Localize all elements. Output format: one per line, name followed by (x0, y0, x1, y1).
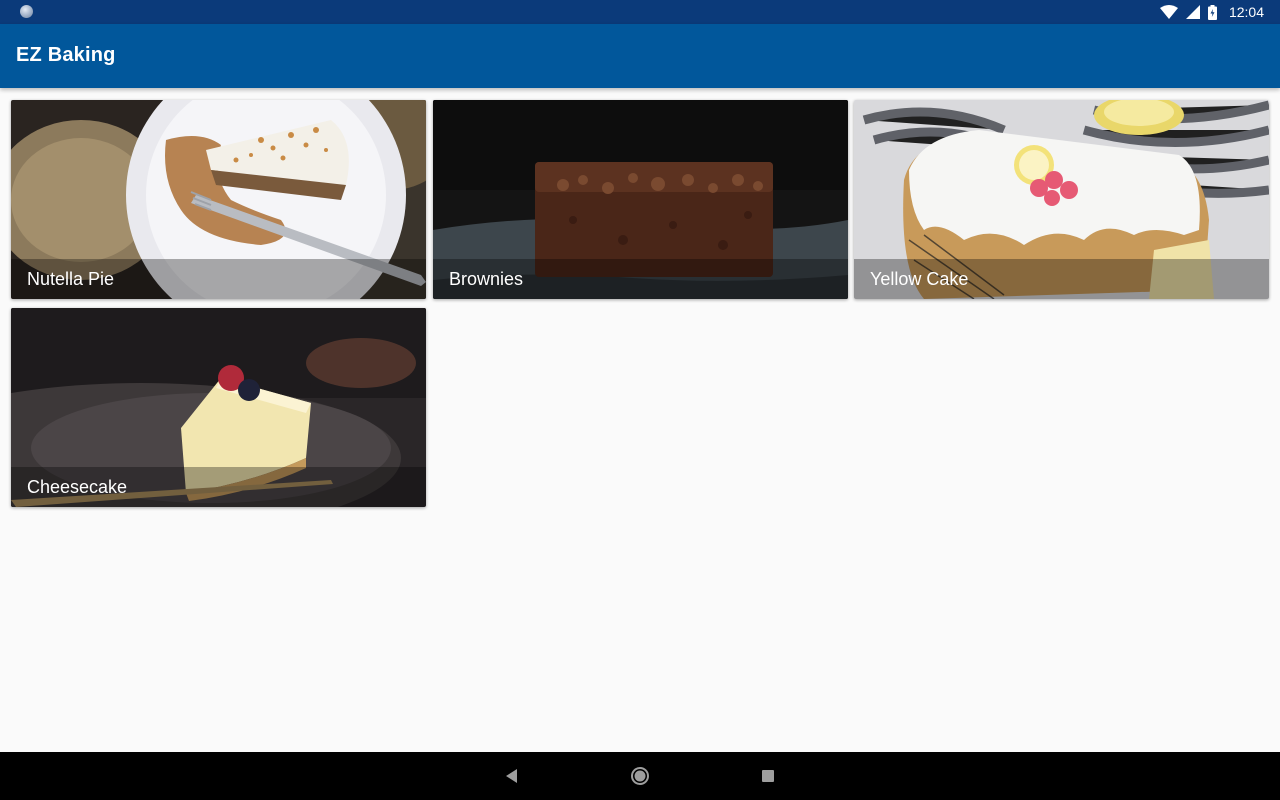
battery-icon (1207, 4, 1217, 20)
recipe-name: Yellow Cake (870, 269, 969, 289)
recents-icon[interactable] (758, 766, 778, 786)
notification-icon (20, 5, 33, 18)
home-icon[interactable] (630, 766, 650, 786)
recipe-card-yellow-cake[interactable]: Yellow Cake (854, 100, 1269, 299)
status-icons: 12:04 (1159, 0, 1264, 24)
app-bar: EZ Baking (0, 24, 1280, 88)
wifi-icon (1159, 5, 1178, 19)
clock: 12:04 (1228, 4, 1264, 20)
app-title: EZ Baking (16, 44, 116, 66)
recipe-name: Nutella Pie (27, 269, 115, 289)
navigation-bar (0, 752, 1280, 800)
recipe-card-brownies[interactable]: Brownies (433, 100, 848, 299)
signal-icon (1185, 5, 1200, 19)
back-icon[interactable] (502, 766, 522, 786)
recipe-name: Brownies (449, 269, 524, 289)
recipe-name: Cheesecake (27, 477, 128, 497)
recipe-card-cheesecake[interactable]: Cheesecake (11, 308, 426, 507)
status-bar: 12:04 (0, 0, 1280, 24)
recipe-card-nutella-pie[interactable]: Nutella Pie (11, 100, 426, 299)
